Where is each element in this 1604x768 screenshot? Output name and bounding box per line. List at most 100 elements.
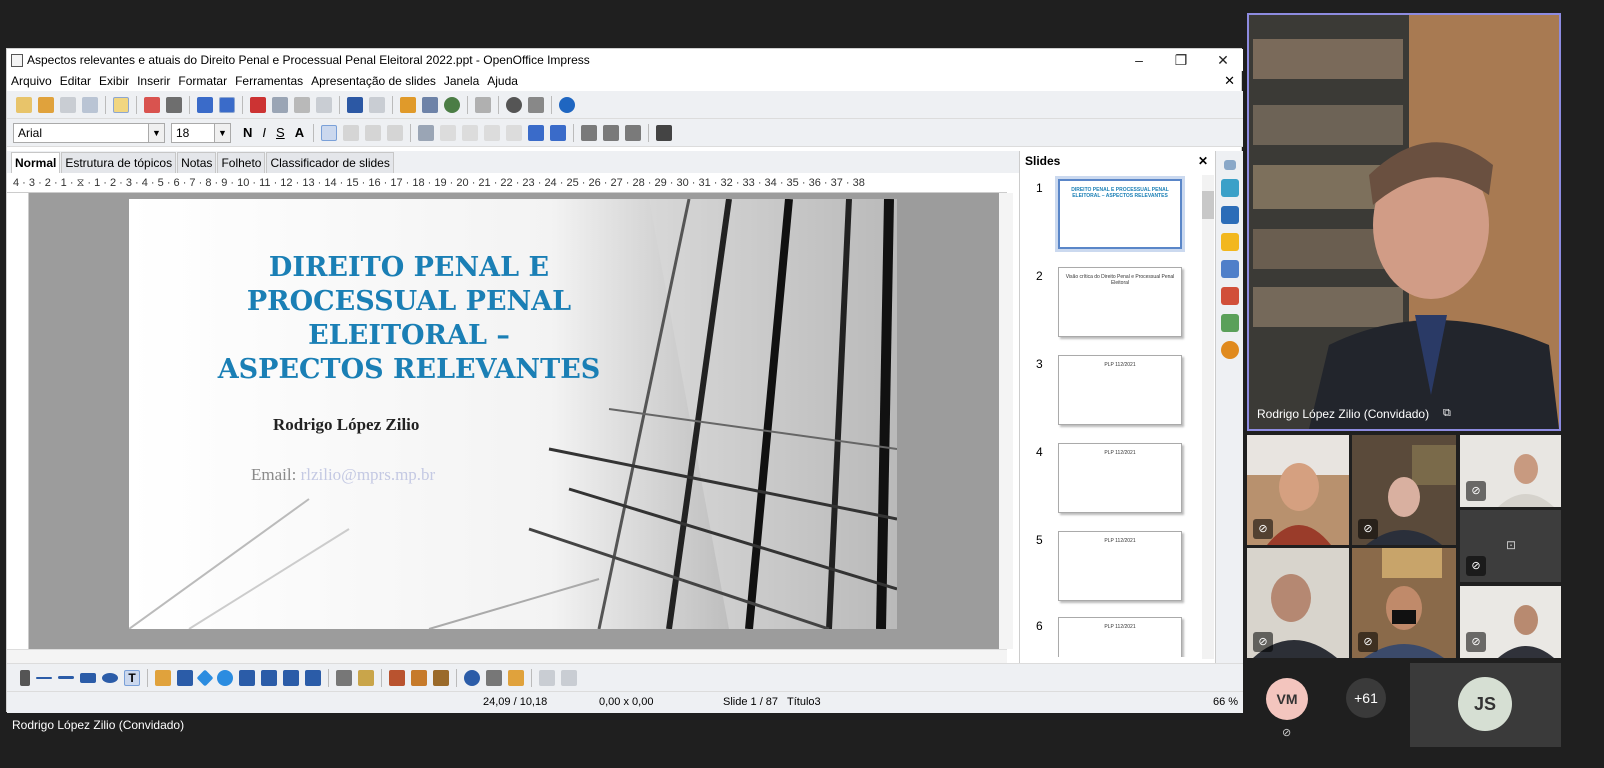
flowchart-icon[interactable] — [261, 669, 277, 686]
menu-apresentacao[interactable]: Apresentação de slides — [311, 74, 436, 88]
more-participants-button[interactable]: +61 — [1346, 678, 1386, 718]
participant-tile[interactable]: ⊘ — [1247, 435, 1349, 545]
participant-tile[interactable]: ⊘ — [1460, 435, 1561, 507]
promote-icon[interactable] — [462, 124, 479, 141]
spellcheck-icon[interactable] — [197, 96, 213, 113]
menu-editar[interactable]: Editar — [60, 74, 91, 88]
clone-format-icon[interactable] — [316, 96, 332, 113]
participant-tile[interactable]: ⊘ — [1352, 435, 1456, 545]
menu-arquivo[interactable]: Arquivo — [11, 74, 52, 88]
slide-author[interactable]: Rodrigo López Zilio — [273, 415, 419, 435]
export-pdf-icon[interactable] — [144, 96, 160, 113]
glue-points-icon[interactable] — [358, 669, 374, 686]
paragraph-icon[interactable] — [603, 124, 620, 141]
menu-ajuda[interactable]: Ajuda — [487, 74, 518, 88]
slide-title[interactable]: DIREITO PENAL E PROCESSUAL PENAL ELEITOR… — [189, 251, 629, 387]
layouts-icon[interactable] — [1220, 206, 1239, 224]
slide-thumbnail[interactable]: PLP 112/2021 — [1058, 355, 1182, 425]
character-icon[interactable] — [581, 124, 598, 141]
bullets-numbering-icon[interactable] — [625, 124, 642, 141]
callouts-icon[interactable] — [283, 669, 299, 686]
gallery-extrusion-icon[interactable] — [433, 669, 449, 686]
menu-ferramentas[interactable]: Ferramentas — [235, 74, 303, 88]
print-icon[interactable] — [166, 96, 182, 113]
horizontal-ruler[interactable]: 4 · 3 · 2 · 1 · ⧖ · 1 · 2 · 3 · 4 · 5 · … — [7, 173, 1007, 193]
slide-thumbnail-row[interactable]: 3 PLP 112/2021 — [1020, 355, 1200, 443]
menu-inserir[interactable]: Inserir — [137, 74, 170, 88]
gallery-icon[interactable] — [1220, 314, 1239, 332]
font-color-icon[interactable] — [656, 124, 673, 141]
minimize-button[interactable]: – — [1125, 52, 1153, 68]
slide-thumbnail[interactable]: DIREITO PENAL E PROCESSUAL PENAL ELEITOR… — [1058, 179, 1182, 249]
tab-slide-sorter[interactable]: Classificador de slides — [266, 152, 394, 173]
participant-tile[interactable]: ⊡ ⊘ — [1460, 510, 1561, 582]
rectangle-icon[interactable] — [80, 672, 96, 683]
slide-thumbnail[interactable]: Visão crítica do Direito Penal e Process… — [1058, 267, 1182, 337]
decrease-spacing-icon[interactable] — [550, 124, 567, 141]
ellipse-icon[interactable] — [102, 672, 118, 683]
maximize-button[interactable]: ❐ — [1167, 52, 1195, 69]
cut-icon[interactable] — [250, 96, 266, 113]
custom-animation-icon[interactable] — [1220, 233, 1239, 251]
zoom-icon[interactable] — [528, 96, 544, 113]
slide-thumbnail[interactable]: PLP 112/2021 — [1058, 617, 1182, 657]
chart-icon[interactable] — [400, 96, 416, 113]
slide-thumbnail-row[interactable]: 1 DIREITO PENAL E PROCESSUAL PENAL ELEITO… — [1020, 179, 1200, 267]
autospell-icon[interactable] — [219, 96, 235, 113]
points-icon[interactable] — [336, 669, 352, 686]
slide-thumbnail-row[interactable]: 4 PLP 112/2021 — [1020, 443, 1200, 531]
save-icon[interactable] — [60, 96, 76, 113]
grid-icon[interactable] — [475, 96, 491, 113]
fontwork-icon[interactable] — [389, 669, 405, 686]
slide-canvas[interactable]: DIREITO PENAL E PROCESSUAL PENAL ELEITOR… — [129, 199, 897, 629]
redo-icon[interactable] — [369, 96, 385, 113]
participant-tile-js[interactable]: JS — [1410, 663, 1561, 747]
move-down-icon[interactable] — [506, 124, 523, 141]
help-icon[interactable] — [559, 96, 575, 113]
participant-tile[interactable]: ⊘ — [1352, 548, 1456, 658]
align-center-icon[interactable] — [343, 124, 360, 141]
menu-formatar[interactable]: Formatar — [178, 74, 227, 88]
slide-thumbnail[interactable]: PLP 112/2021 — [1058, 531, 1182, 601]
slide-thumbnail-row[interactable]: 6 PLP 112/2021 — [1020, 617, 1200, 657]
table-icon[interactable] — [422, 96, 438, 113]
curve-icon[interactable] — [155, 669, 171, 686]
extrusion-icon[interactable] — [539, 669, 555, 686]
text-icon[interactable]: T — [124, 669, 140, 686]
move-up-icon[interactable] — [484, 124, 501, 141]
symbol-shapes-icon[interactable] — [217, 669, 233, 686]
navigator-icon[interactable] — [1220, 341, 1239, 359]
block-arrows-icon[interactable] — [239, 669, 255, 686]
vertical-ruler[interactable] — [7, 193, 29, 649]
sidebar-menu-icon[interactable] — [1223, 160, 1236, 170]
speaker-video-tile[interactable]: Rodrigo López Zilio (Convidado) ⧉ — [1247, 13, 1561, 431]
arrow-icon[interactable] — [58, 676, 74, 679]
stars-icon[interactable] — [305, 669, 321, 686]
align-left-icon[interactable] — [321, 124, 338, 141]
navigator-icon[interactable] — [506, 96, 522, 113]
slides-pane-scrollbar[interactable] — [1202, 175, 1214, 659]
scroll-thumb[interactable] — [1202, 191, 1214, 219]
shadow-button[interactable]: A — [295, 125, 304, 140]
edit-file-icon[interactable] — [113, 96, 129, 113]
font-size-select[interactable]: 18 ▼ — [171, 122, 231, 143]
slide-email-line[interactable]: Email: rlzilio@mprs.mp.br — [251, 465, 435, 485]
bold-button[interactable]: N — [243, 125, 252, 140]
demote-icon[interactable] — [440, 124, 457, 141]
tab-outline[interactable]: Estrutura de tópicos — [61, 152, 177, 173]
rotate-icon[interactable] — [464, 669, 480, 686]
close-button[interactable]: ✕ — [1209, 52, 1237, 69]
email-icon[interactable] — [82, 96, 98, 113]
slide-thumbnail[interactable]: PLP 112/2021 — [1058, 443, 1182, 513]
open-icon[interactable] — [38, 96, 54, 113]
menu-janela[interactable]: Janela — [444, 74, 479, 88]
participant-avatar-vm[interactable]: VM — [1266, 678, 1308, 720]
connector-icon[interactable] — [177, 669, 193, 686]
new-icon[interactable] — [16, 96, 32, 113]
select-icon[interactable] — [20, 669, 30, 686]
email-link[interactable]: rlzilio@mprs.mp.br — [301, 465, 436, 484]
underline-button[interactable]: S — [276, 125, 285, 140]
master-pages-icon[interactable] — [1220, 179, 1239, 197]
slides-pane-close-button[interactable]: ✕ — [1198, 154, 1208, 168]
tab-handout[interactable]: Folheto — [217, 152, 266, 173]
